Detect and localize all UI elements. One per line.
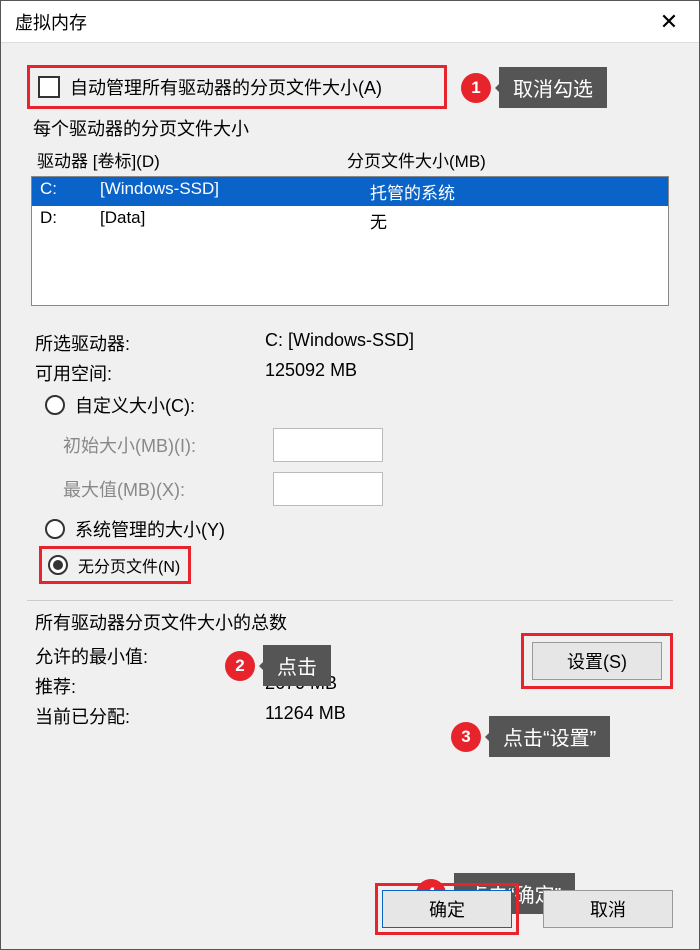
callout-tip: 点击 bbox=[263, 645, 331, 686]
set-button[interactable]: 设置(S) bbox=[532, 642, 662, 680]
dialog-footer: 确定 取消 bbox=[375, 883, 673, 935]
custom-size-rows: 初始大小(MB)(I): 最大值(MB)(X): bbox=[63, 428, 673, 506]
col-drive-header: 驱动器 [卷标](D) bbox=[37, 147, 347, 172]
drive-letter: D: bbox=[40, 208, 100, 233]
initial-size-input[interactable] bbox=[273, 428, 383, 462]
drive-group-title: 每个驱动器的分页文件大小 bbox=[33, 115, 673, 141]
drive-list-header: 驱动器 [卷标](D) 分页文件大小(MB) bbox=[27, 145, 673, 174]
auto-manage-checkbox[interactable] bbox=[38, 76, 60, 98]
drive-row[interactable]: C: [Windows-SSD] 托管的系统 bbox=[32, 177, 668, 206]
titlebar: 虚拟内存 ✕ bbox=[1, 1, 699, 43]
ok-button-wrap: 确定 bbox=[375, 883, 519, 935]
auto-manage-row: 自动管理所有驱动器的分页文件大小(A) bbox=[27, 65, 447, 109]
dialog-content: 自动管理所有驱动器的分页文件大小(A) 1 取消勾选 每个驱动器的分页文件大小 … bbox=[1, 43, 699, 949]
callout-badge: 1 bbox=[461, 73, 491, 103]
totals-title: 所有驱动器分页文件大小的总数 bbox=[35, 609, 669, 635]
radio-icon bbox=[48, 555, 68, 575]
callout-tip: 点击“设置” bbox=[489, 716, 610, 757]
drive-list[interactable]: C: [Windows-SSD] 托管的系统 D: [Data] 无 bbox=[31, 176, 669, 306]
col-page-header: 分页文件大小(MB) bbox=[347, 147, 663, 172]
drive-label: [Windows-SSD] bbox=[100, 179, 370, 204]
current-allocated-label: 当前已分配: bbox=[35, 703, 265, 729]
max-size-label: 最大值(MB)(X): bbox=[63, 476, 273, 502]
drive-row[interactable]: D: [Data] 无 bbox=[32, 206, 668, 235]
callout-badge: 2 bbox=[225, 651, 255, 681]
drive-label: [Data] bbox=[100, 208, 370, 233]
callout-3: 3 点击“设置” bbox=[451, 716, 610, 757]
radio-icon bbox=[45, 519, 65, 539]
radio-none-label: 无分页文件(N) bbox=[78, 553, 180, 577]
close-icon[interactable]: ✕ bbox=[649, 2, 689, 42]
radio-no-pagefile[interactable]: 无分页文件(N) bbox=[39, 546, 191, 584]
max-size-input[interactable] bbox=[273, 472, 383, 506]
selected-drive-label: 所选驱动器: bbox=[35, 330, 265, 356]
drive-pagefile: 托管的系统 bbox=[370, 179, 660, 204]
selected-drive-value: C: [Windows-SSD] bbox=[265, 330, 669, 356]
drive-pagefile: 无 bbox=[370, 208, 660, 233]
cancel-button[interactable]: 取消 bbox=[543, 890, 673, 928]
callout-tip: 取消勾选 bbox=[499, 67, 607, 108]
radio-system-label: 系统管理的大小(Y) bbox=[75, 516, 225, 542]
selected-drive-info: 所选驱动器: C: [Windows-SSD] 可用空间: 125092 MB bbox=[35, 330, 669, 386]
radio-custom-label: 自定义大小(C): bbox=[75, 392, 195, 418]
initial-size-label: 初始大小(MB)(I): bbox=[63, 432, 273, 458]
free-space-label: 可用空间: bbox=[35, 360, 265, 386]
callout-1: 1 取消勾选 bbox=[461, 67, 607, 108]
auto-manage-label: 自动管理所有驱动器的分页文件大小(A) bbox=[70, 74, 382, 100]
ok-button[interactable]: 确定 bbox=[382, 890, 512, 928]
separator bbox=[27, 600, 673, 601]
drive-letter: C: bbox=[40, 179, 100, 204]
radio-icon bbox=[45, 395, 65, 415]
window-title: 虚拟内存 bbox=[15, 9, 649, 35]
radio-custom-size[interactable]: 自定义大小(C): bbox=[45, 392, 673, 418]
radio-system-managed[interactable]: 系统管理的大小(Y) bbox=[45, 516, 673, 542]
callout-badge: 3 bbox=[451, 722, 481, 752]
free-space-value: 125092 MB bbox=[265, 360, 669, 386]
set-button-wrap: 设置(S) bbox=[521, 633, 673, 689]
callout-2: 2 点击 bbox=[225, 645, 331, 686]
virtual-memory-dialog: 虚拟内存 ✕ 自动管理所有驱动器的分页文件大小(A) 1 取消勾选 每个驱动器的… bbox=[0, 0, 700, 950]
